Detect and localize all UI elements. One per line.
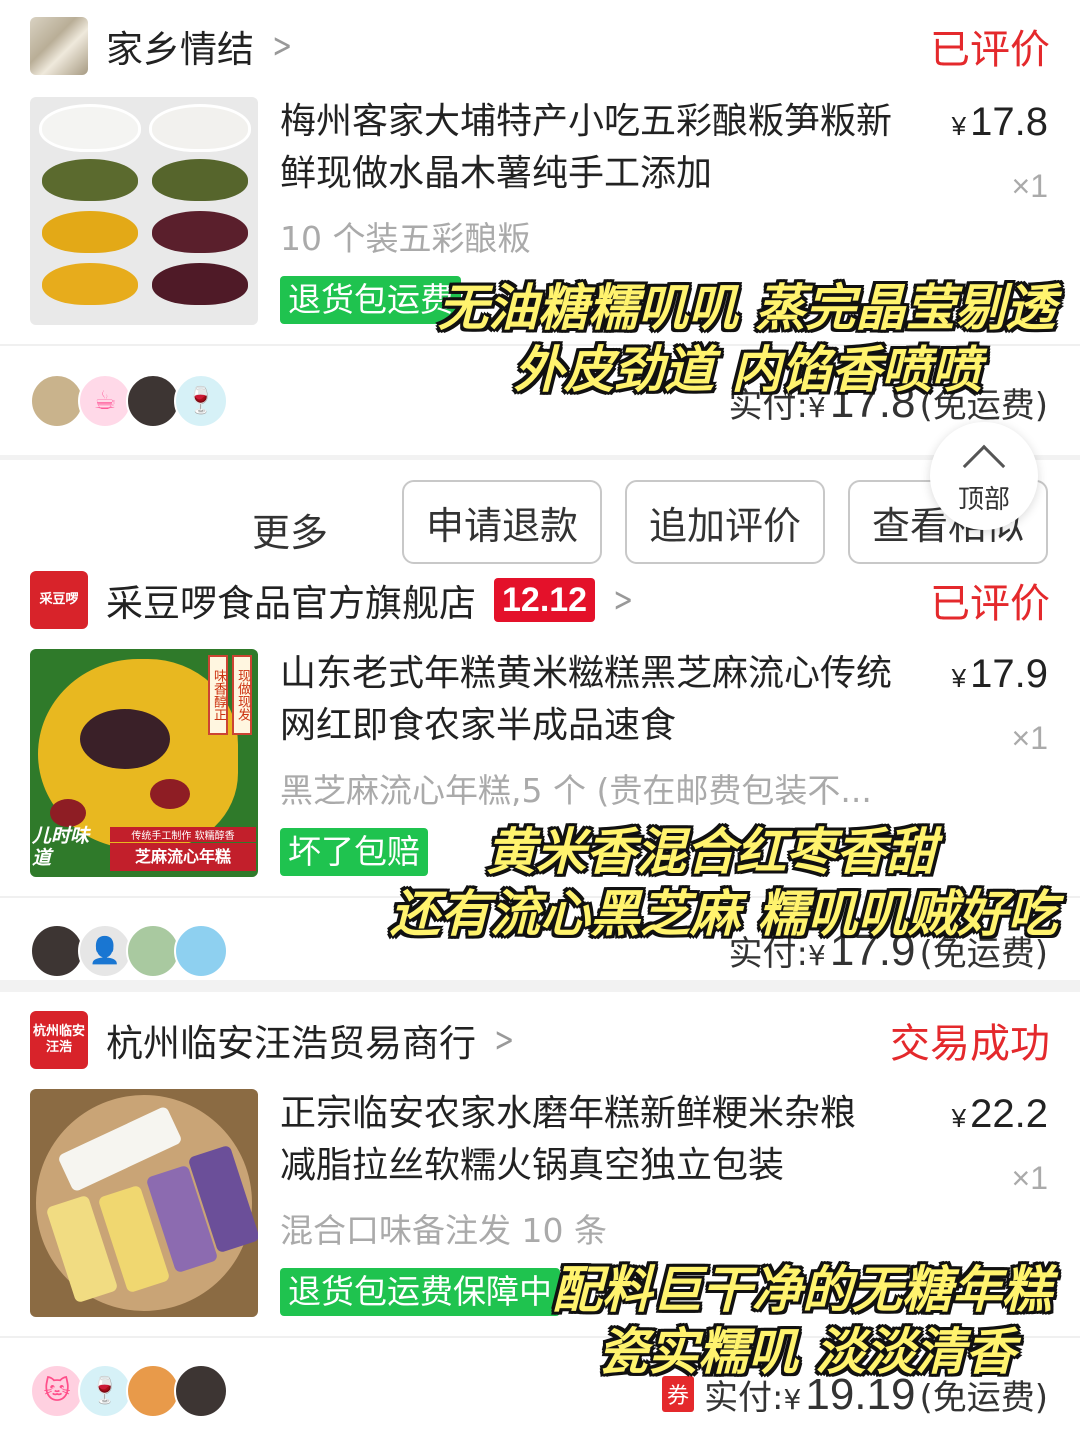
product-title[interactable]: 梅州客家大埔特产小吃五彩酿粄笋粄新鲜现做水晶木薯纯手工添加 (280, 96, 920, 200)
add-review-button[interactable]: 追加评价 (625, 480, 825, 564)
avatar (174, 924, 228, 978)
avatar (174, 1364, 228, 1418)
product-thumbnail[interactable] (30, 97, 258, 325)
caption-overlay-line: 瓷实糯叽 淡淡清香 (598, 1323, 1016, 1381)
service-tag: 退货包运费保障中 (280, 1268, 560, 1316)
thumb-label: 儿时味道 (32, 825, 90, 869)
avatar (126, 1364, 180, 1418)
back-to-top-button[interactable]: 顶部 (930, 422, 1038, 530)
service-tag: 坏了包赔 (280, 828, 428, 876)
product-title[interactable]: 正宗临安农家水磨年糕新鲜粳米杂粮减脂拉丝软糯火锅真空独立包装 (280, 1088, 880, 1192)
shop-name[interactable]: 杭州临安汪浩贸易商行 (106, 1013, 476, 1067)
shop-header[interactable]: 家乡情结 > 已评价 (30, 10, 1050, 82)
shop-name[interactable]: 家乡情结 (106, 19, 254, 73)
shop-header[interactable]: 采豆啰 采豆啰食品官方旗舰店 12.12 > 已评价 (30, 564, 1050, 636)
cup-avatar-icon: ☕ (78, 374, 132, 428)
shop-name[interactable]: 采豆啰食品官方旗舰店 (106, 573, 476, 627)
product-thumbnail[interactable]: 味香醇正 现做现发 儿时味道 传统手工制作 软糯醇香 芝麻流心年糕 (30, 649, 258, 877)
product-spec: 10 个装五彩酿粄 (280, 219, 531, 258)
reviewer-avatars[interactable]: ☕ 🍷 (30, 374, 228, 428)
chevron-right-icon: > (272, 26, 293, 66)
thumb-label: 味香醇正 (208, 655, 228, 735)
avatar (126, 924, 180, 978)
product-quantity: ×1 (1011, 720, 1048, 756)
shop-logo (30, 17, 88, 75)
shop-logo: 杭州临安汪浩 (30, 1011, 88, 1069)
action-row: 更多 申请退款 追加评价 查看相似 (0, 460, 1080, 580)
caption-overlay-line: 外皮劲道 内馅香喷喷 (514, 341, 982, 399)
product-title[interactable]: 山东老式年糕黄米糍糕黑芝麻流心传统网红即食农家半成品速食 (280, 648, 920, 752)
chevron-right-icon: > (613, 580, 634, 620)
thumb-label: 现做现发 (232, 655, 252, 735)
more-button[interactable]: 更多 (252, 502, 328, 557)
product-quantity: ×1 (1011, 1160, 1048, 1196)
refund-button[interactable]: 申请退款 (402, 480, 602, 564)
product-thumbnail[interactable] (30, 1089, 258, 1317)
service-tag: 退货包运费 (280, 276, 461, 324)
default-user-avatar-icon: 👤 (78, 924, 132, 978)
product-spec: 黑芝麻流心年糕,5 个 (贵在邮费包装不... (280, 771, 872, 810)
product-spec: 混合口味备注发 10 条 (280, 1211, 607, 1250)
reviewer-avatars[interactable]: 🐱 🍷 (30, 1364, 228, 1418)
thumb-label: 传统手工制作 软糯醇香 (110, 827, 256, 842)
product-price: ¥22.2 (951, 1092, 1048, 1136)
product-price: ¥17.8 (951, 100, 1048, 144)
order-status: 已评价 (930, 581, 1050, 627)
product-price: ¥17.9 (951, 652, 1048, 696)
glass-avatar-icon: 🍷 (78, 1364, 132, 1418)
order-status: 交易成功 (890, 1021, 1050, 1067)
glass-avatar-icon: 🍷 (174, 374, 228, 428)
chevron-right-icon: > (494, 1020, 515, 1060)
thumb-label: 芝麻流心年糕 (110, 843, 256, 871)
avatar (30, 924, 84, 978)
order-status: 已评价 (930, 27, 1050, 73)
shop-logo: 采豆啰 (30, 571, 88, 629)
reviewer-avatars[interactable]: 👤 (30, 924, 228, 978)
hello-kitty-avatar-icon: 🐱 (30, 1364, 84, 1418)
caption-overlay-line: 还有流心黑芝麻 糯叽叽贼好吃 (390, 885, 1058, 943)
avatar (126, 374, 180, 428)
promo-badge: 12.12 (494, 578, 596, 622)
avatar (30, 374, 84, 428)
shop-header[interactable]: 杭州临安汪浩 杭州临安汪浩贸易商行 > 交易成功 (30, 1004, 1050, 1076)
product-quantity: ×1 (1011, 168, 1048, 204)
